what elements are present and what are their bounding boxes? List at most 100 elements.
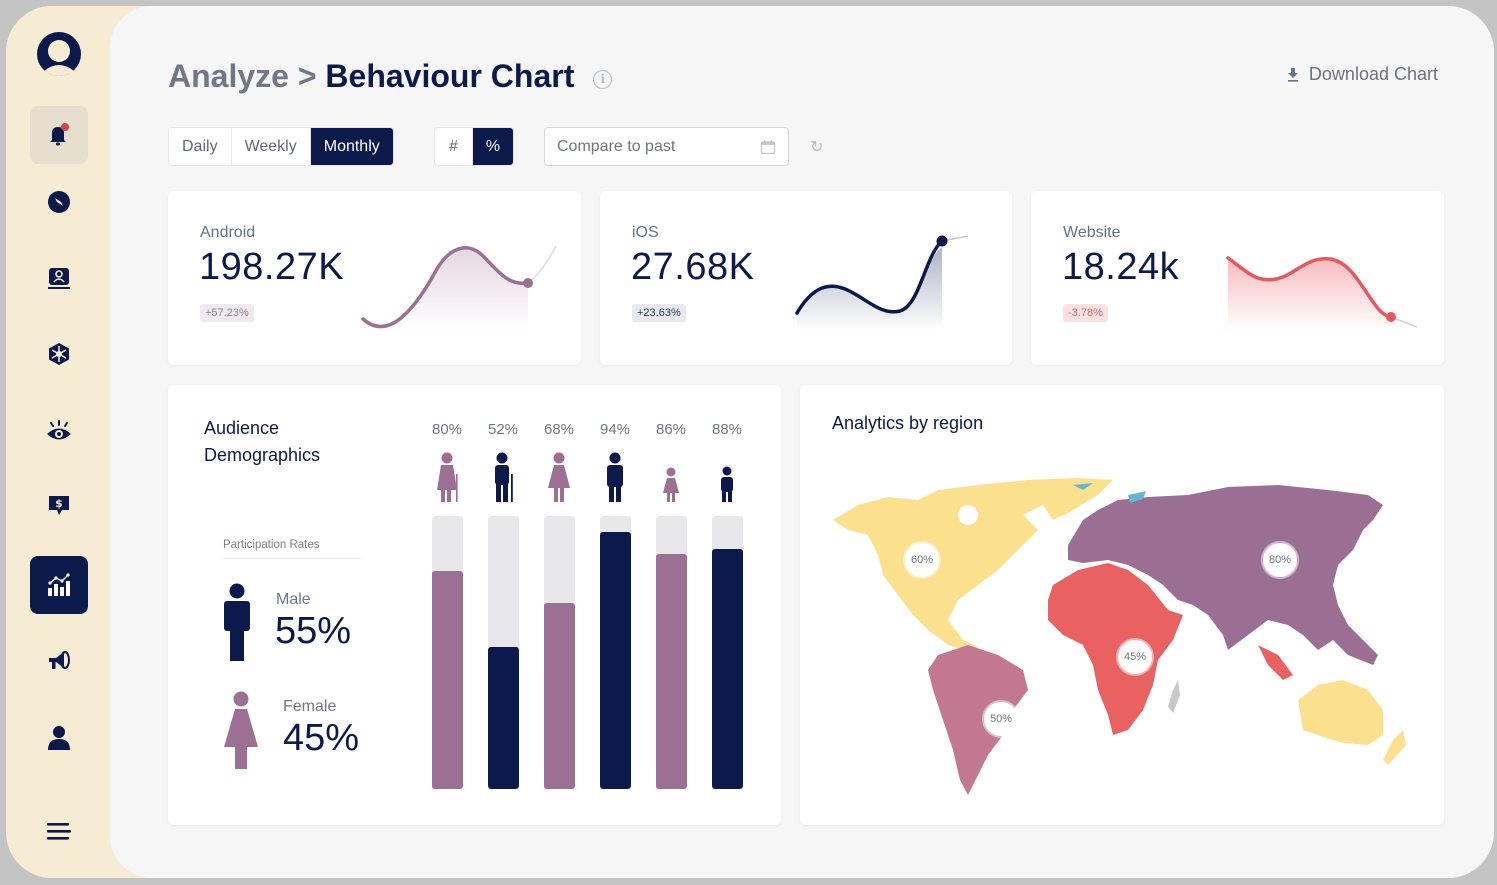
sidebar-item-network[interactable] xyxy=(30,325,88,383)
sidebar-item-visibility[interactable] xyxy=(30,402,88,460)
audience-demographics-card: Audience Demographics Participation Rate… xyxy=(168,385,781,825)
compass-icon xyxy=(48,191,70,213)
region-southeast-asia xyxy=(1258,645,1293,680)
bar-fill-elderly-male xyxy=(488,647,519,789)
sparkline-area xyxy=(363,247,528,331)
analytics-by-region-card: Analytics by region 60% 50% 45% 80% xyxy=(800,385,1444,825)
stat-value: 198.27K xyxy=(199,246,345,288)
adult-male-figure-icon xyxy=(607,452,623,502)
bar-track xyxy=(432,516,463,789)
region-oceania[interactable] xyxy=(1298,680,1383,745)
sparkline-projection xyxy=(527,245,557,284)
megaphone-icon xyxy=(49,651,70,669)
stat-card-android: Android 198.27K +57.23% xyxy=(168,191,581,365)
hamburger-icon xyxy=(47,823,71,840)
compare-placeholder: Compare to past xyxy=(557,137,676,155)
breadcrumb-parent[interactable]: Analyze xyxy=(168,58,289,94)
demographics-title: Audience Demographics xyxy=(204,418,321,465)
stat-value: 27.68K xyxy=(631,246,755,288)
bar-fill-girl xyxy=(656,554,687,789)
sparkline-point xyxy=(523,278,533,288)
region-madagascar xyxy=(1168,680,1180,713)
region-africa[interactable] xyxy=(1048,563,1183,735)
female-value: 45% xyxy=(283,717,360,759)
user-circle-icon xyxy=(37,32,81,76)
region-new-zealand xyxy=(1383,730,1406,765)
elderly-male-figure-icon xyxy=(495,452,513,502)
sidebar-item-contacts[interactable] xyxy=(30,249,88,307)
stat-label: iOS xyxy=(632,224,659,241)
sparkline-area xyxy=(797,241,945,331)
network-icon xyxy=(49,343,69,365)
bar-pct-label: 86% xyxy=(655,421,687,438)
download-chart-button[interactable]: Download Chart xyxy=(1287,64,1438,85)
girl-figure-icon xyxy=(663,467,679,502)
compare-to-past-input[interactable]: Compare to past xyxy=(544,127,789,166)
unit-percent[interactable]: % xyxy=(472,128,514,165)
bar-fill-adult-female xyxy=(544,603,575,789)
sparkline-website xyxy=(1226,256,1418,331)
map-label-africa: 45% xyxy=(1118,640,1152,674)
download-icon xyxy=(1287,67,1298,82)
sparkline-ios xyxy=(795,235,969,331)
sidebar-item-billing[interactable]: $ xyxy=(30,476,88,534)
contact-card-icon xyxy=(48,268,70,289)
sparkline-point xyxy=(1386,312,1396,322)
female-label: Female xyxy=(283,698,337,715)
bar-pct-label: 88% xyxy=(711,421,743,438)
male-value: 55% xyxy=(275,610,352,652)
bar-fill-elderly-female xyxy=(432,570,463,789)
stat-card-website: Website 18.24k -3.78% xyxy=(1031,191,1444,365)
participation-rates-label: Participation Rates xyxy=(223,539,361,559)
region-title: Analytics by region xyxy=(832,413,984,433)
sidebar-item-account[interactable] xyxy=(30,709,88,767)
dollar-chat-icon: $ xyxy=(49,496,69,515)
breadcrumb-separator: > xyxy=(297,58,317,94)
change-badge: +57.23% xyxy=(200,304,254,322)
boy-figure-icon xyxy=(721,466,733,502)
adult-female-figure-icon xyxy=(548,452,570,502)
stat-value: 18.24k xyxy=(1062,246,1180,288)
elderly-female-figure-icon xyxy=(437,452,458,502)
change-badge: -3.78% xyxy=(1063,304,1108,322)
bar-track xyxy=(656,516,687,789)
period-daily[interactable]: Daily xyxy=(169,128,232,165)
svg-text:$: $ xyxy=(55,497,63,510)
sidebar-item-campaigns[interactable] xyxy=(30,632,88,690)
sidebar-item-explore[interactable] xyxy=(30,173,88,231)
map-label-south-america: 50% xyxy=(984,702,1018,736)
refresh-icon[interactable]: ↻ xyxy=(810,137,823,157)
eye-icon xyxy=(47,420,71,440)
breadcrumb-current: Behaviour Chart xyxy=(325,58,575,94)
period-monthly[interactable]: Monthly xyxy=(310,128,393,165)
change-badge: +23.63% xyxy=(632,304,686,322)
sparkline-point xyxy=(936,235,948,247)
sidebar-item-menu[interactable] xyxy=(30,802,88,860)
download-label: Download Chart xyxy=(1308,64,1438,84)
sidebar-item-profile[interactable] xyxy=(30,26,88,84)
unit-count[interactable]: # xyxy=(435,128,473,165)
stat-label: Android xyxy=(200,224,256,241)
bar-fill-adult-male xyxy=(600,532,631,789)
person-icon xyxy=(48,726,70,750)
bar-pct-label: 68% xyxy=(543,421,575,438)
page-title: Analyze > Behaviour Chart i xyxy=(168,58,613,95)
info-icon[interactable]: i xyxy=(593,70,613,89)
period-weekly[interactable]: Weekly xyxy=(232,128,311,165)
sidebar-item-notifications[interactable] xyxy=(30,106,88,164)
sidebar-item-analyze[interactable] xyxy=(30,556,88,614)
calendar-icon[interactable] xyxy=(760,139,776,155)
bar-track xyxy=(712,516,743,789)
bar-fill-boy xyxy=(712,548,743,789)
bar-pct-label: 52% xyxy=(487,421,519,438)
bell-icon xyxy=(50,123,69,146)
app-window: $ Analyze > Behaviour Chart i Download C… xyxy=(6,6,1494,878)
map-label-eurasia: 80% xyxy=(1263,543,1297,577)
map-label-north-america: 60% xyxy=(905,543,939,577)
chart-icon xyxy=(48,573,70,596)
sparkline-android xyxy=(361,245,557,331)
stat-label: Website xyxy=(1063,224,1121,241)
bar-track xyxy=(544,516,575,789)
bar-pct-label: 94% xyxy=(599,421,631,438)
period-toggle: Daily Weekly Monthly xyxy=(168,127,394,166)
